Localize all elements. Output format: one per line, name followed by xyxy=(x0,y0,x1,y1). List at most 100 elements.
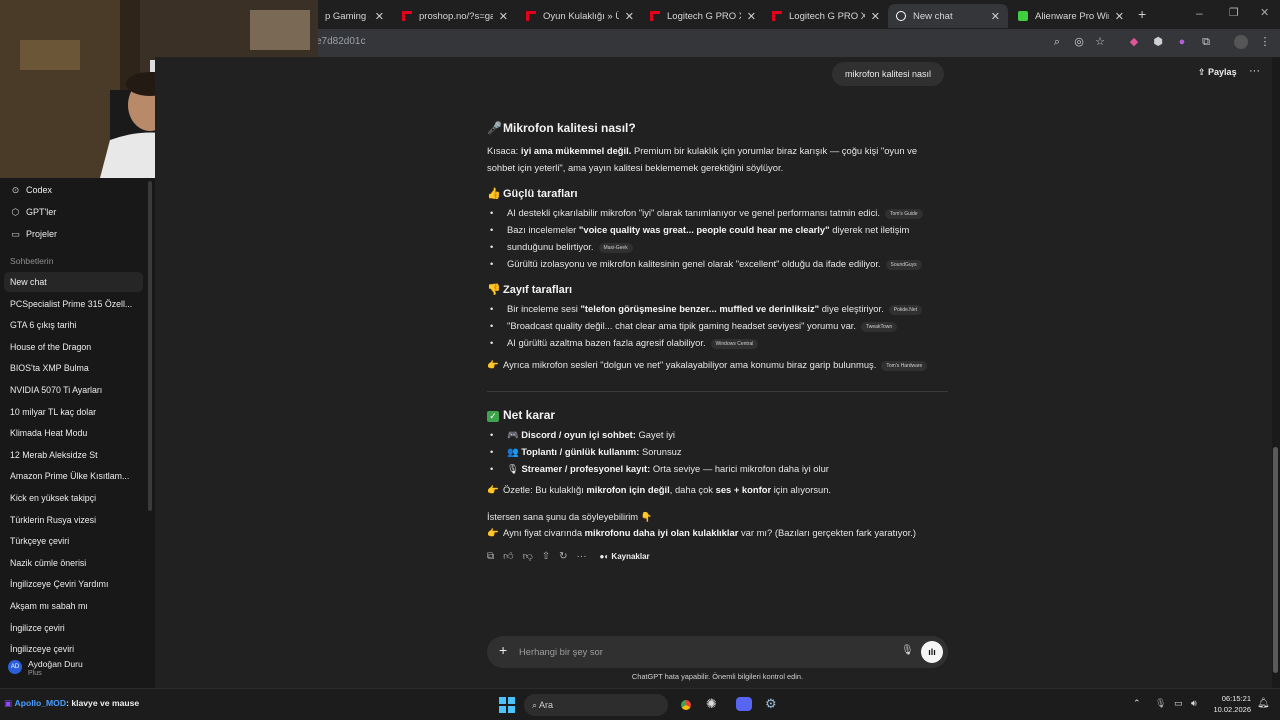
sidebar-chat-item[interactable]: Klimada Heat Modu xyxy=(4,423,143,443)
tab-4[interactable]: Logitech G PRO X SU ✕ xyxy=(764,4,888,28)
eye-off-icon[interactable]: ◎ xyxy=(1072,35,1086,49)
tab-2[interactable]: Oyun Kulaklığı » Ünlü ✕ xyxy=(518,4,642,28)
sidebar-chat-item[interactable]: İngilizceye Çeviri Yardımı xyxy=(4,574,143,594)
extension-icon[interactable]: ● xyxy=(1175,35,1189,49)
window-close-icon[interactable]: ✕ xyxy=(1260,6,1269,19)
network-icon[interactable]: ▭ xyxy=(1174,698,1183,709)
sidebar-chat-item[interactable]: Nazik cümle önerisi xyxy=(4,553,143,573)
share-button[interactable]: ⇪ Paylaş xyxy=(1198,67,1237,78)
profile-avatar-icon[interactable] xyxy=(1234,35,1248,49)
bookmark-star-icon[interactable]: ☆ xyxy=(1093,35,1107,49)
voice-mode-icon[interactable]: ılı xyxy=(921,641,943,663)
microphone-icon[interactable]: 🎙︎ xyxy=(901,645,914,656)
zoom-icon[interactable]: ⌕ xyxy=(1050,35,1064,49)
sidebar-chat-item[interactable]: GTA 6 çıkış tarihi xyxy=(4,315,143,335)
sidebar-chat-item[interactable]: Türklerin Rusya vizesi xyxy=(4,510,143,530)
url-text[interactable]: e7d82d01c xyxy=(316,36,366,47)
shield-icon[interactable]: ⬢ xyxy=(1151,35,1165,49)
alienware-favicon-icon xyxy=(1018,11,1028,21)
taskbar-search[interactable]: ⌕ Ara xyxy=(524,694,668,716)
tab-title: Logitech G PRO X 2 xyxy=(667,10,741,22)
clock-time[interactable]: 06:15:21 xyxy=(1213,694,1251,703)
regenerate-icon[interactable]: ↻ xyxy=(559,551,567,562)
maximize-icon[interactable]: ❐ xyxy=(1229,6,1239,19)
copy-icon[interactable]: ⧉ xyxy=(487,551,494,562)
menu-kebab-icon[interactable]: ⋮ xyxy=(1258,35,1272,49)
thumbs-up-icon[interactable]: 👍︎ xyxy=(503,550,513,562)
check-mark-icon: ✓ xyxy=(487,411,499,422)
tab-1[interactable]: proshop.no/?s=gami ✕ xyxy=(394,4,516,28)
note-line: 👉 Ayrıca mikrofon sesleri "dolgun ve net"… xyxy=(487,357,928,373)
more-options-button[interactable]: ··· xyxy=(1249,65,1260,77)
volume-icon[interactable]: 🔊︎ xyxy=(1191,698,1197,709)
close-tab-icon[interactable]: ✕ xyxy=(991,10,1000,23)
minimize-icon[interactable]: – xyxy=(1196,6,1203,20)
sidebar-chat-item[interactable]: 10 milyar TL kaç dolar xyxy=(4,402,143,422)
sidebar-chat-item[interactable]: Türkçeye çeviri xyxy=(4,531,143,551)
sidebar-chat-item[interactable]: 12 Merab Aleksidze St xyxy=(4,445,143,465)
share-icon[interactable]: ⇧ xyxy=(542,551,550,562)
close-tab-icon[interactable]: ✕ xyxy=(499,10,508,23)
followup-line: İstersen sana şunu da söyleyebilirim 👇 xyxy=(487,511,653,522)
more-icon[interactable]: ··· xyxy=(577,551,587,562)
discord-icon[interactable] xyxy=(736,697,752,711)
source-chip[interactable]: SoundGuys xyxy=(885,259,922,270)
tab-3[interactable]: Logitech G PRO X 2 ✕ xyxy=(642,4,764,28)
sidebar-chat-item[interactable]: NVIDIA 5070 Ti Ayarları xyxy=(4,380,143,400)
sidebar-chat-item[interactable]: House of the Dragon xyxy=(4,337,143,357)
sidebar-chat-item[interactable]: Amazon Prime Ülke Kısıtlam... xyxy=(4,466,143,486)
tab-5-active[interactable]: New chat ✕ xyxy=(888,4,1008,28)
clock-date[interactable]: 10.02.2026 xyxy=(1211,705,1251,714)
sidebar-item-projects[interactable]: ▭ Projeler xyxy=(0,224,150,244)
chatgpt-app-icon[interactable]: ✺ xyxy=(706,696,717,712)
puzzle-icon[interactable]: ⧉ xyxy=(1199,35,1213,49)
tab-6[interactable]: Alienware Pro Wirele ✕ xyxy=(1010,4,1132,28)
followup-question: 👉 Aynı fiyat civarında mikrofonu daha iyi… xyxy=(487,525,916,541)
source-chip[interactable]: Tom's Hardware xyxy=(881,360,928,371)
microphone-tray-icon[interactable]: 🎙︎ xyxy=(1155,698,1166,709)
close-tab-icon[interactable]: ✕ xyxy=(625,10,634,23)
chrome-icon[interactable] xyxy=(678,697,694,713)
chevron-up-icon[interactable]: ⌃ xyxy=(1133,698,1141,709)
sidebar-item-label: Projeler xyxy=(26,229,58,239)
main-scrollbar-thumb[interactable] xyxy=(1273,447,1278,673)
microphone-icon: 🎤 xyxy=(487,121,502,135)
sources-button[interactable]: ●◐ Kaynaklar xyxy=(600,552,650,561)
new-tab-button[interactable]: + xyxy=(1138,6,1146,22)
folder-icon: ▭ xyxy=(11,228,20,239)
sidebar-scrollbar[interactable] xyxy=(148,181,152,511)
answer-heading: 🎤Mikrofon kalitesi nasıl? xyxy=(487,121,636,135)
windows-start-icon[interactable] xyxy=(498,696,516,714)
sidebar-chat-item[interactable]: İngilizce çeviri xyxy=(4,618,143,638)
list-item: Bazı incelemeler "voice quality was grea… xyxy=(490,222,909,238)
verdict-heading: ✓ Net karar xyxy=(487,408,555,422)
close-tab-icon[interactable]: ✕ xyxy=(375,10,384,23)
source-chip[interactable]: Windows Central xyxy=(710,338,759,349)
prompt-input[interactable]: Herhangi bir şey sor xyxy=(519,646,603,657)
sidebar-item-gpts[interactable]: ⬡ GPT'ler xyxy=(0,202,150,222)
source-chip[interactable]: Tom's Guide xyxy=(884,208,923,219)
user-name[interactable]: Aydoğan Duru xyxy=(28,659,83,669)
settings-gear-icon[interactable]: ⚙ xyxy=(765,696,777,712)
sidebar-chat-item[interactable]: BIOS'ta XMP Bulma xyxy=(4,358,143,378)
source-chip[interactable]: Maxi-Geek xyxy=(598,242,633,253)
taskbar: ▣ Apollo_MOD: klavye ve mause ⌕ Ara ✺ ⚙ … xyxy=(0,688,1280,720)
avatar[interactable]: AD xyxy=(8,660,22,674)
close-tab-icon[interactable]: ✕ xyxy=(871,10,880,23)
thumbs-down-icon[interactable]: 👎︎ xyxy=(523,550,533,562)
close-tab-icon[interactable]: ✕ xyxy=(1115,10,1124,23)
sidebar-item-codex[interactable]: ⊙ Codex xyxy=(0,180,150,200)
source-chip[interactable]: TweakTown xyxy=(861,321,898,332)
extension-icon[interactable]: ◆ xyxy=(1127,35,1141,49)
sidebar-chat-item[interactable]: PCSpecialist Prime 315 Özell... xyxy=(4,294,143,314)
sidebar-chat-item[interactable]: Akşam mı sabah mı xyxy=(4,596,143,616)
sidebar-chat-item[interactable]: Kick en yüksek takipçi xyxy=(4,488,143,508)
chats-section-title: Sohbetlerin xyxy=(10,256,54,266)
notification-icon[interactable]: 🔔︎ xyxy=(1257,698,1270,709)
source-chip[interactable]: Pokde.Net xyxy=(888,304,923,315)
sidebar-chat-item[interactable]: New chat xyxy=(4,272,143,292)
attach-plus-button[interactable]: + xyxy=(499,642,507,658)
close-tab-icon[interactable]: ✕ xyxy=(747,10,756,23)
proshop-favicon-icon xyxy=(772,11,782,21)
sidebar-chat-item[interactable]: İngilizceye çeviri xyxy=(4,639,143,659)
